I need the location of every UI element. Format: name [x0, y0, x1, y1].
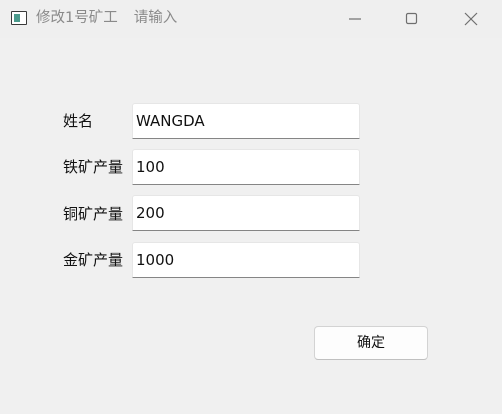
close-icon	[464, 12, 478, 26]
copper-output-input[interactable]	[132, 195, 360, 231]
copper-output-label: 铜矿产量	[63, 205, 124, 223]
gold-output-label: 金矿产量	[63, 251, 124, 269]
name-label: 姓名	[63, 112, 94, 130]
iron-output-input[interactable]	[132, 149, 360, 185]
minimize-icon	[349, 18, 361, 20]
iron-output-label: 铁矿产量	[63, 158, 124, 176]
window-app-icon	[11, 11, 27, 25]
window-title-prompt: 请输入	[133, 10, 178, 26]
maximize-button[interactable]	[383, 0, 441, 38]
ok-button[interactable]: 确定	[314, 326, 428, 360]
close-button[interactable]	[442, 0, 500, 38]
gold-output-input[interactable]	[132, 242, 360, 278]
window-title-main: 修改1号矿工	[36, 10, 118, 26]
maximize-icon	[405, 12, 418, 25]
title-bar[interactable]: 修改1号矿工 请输入	[0, 0, 502, 38]
name-input[interactable]	[132, 103, 360, 139]
dialog-window: 修改1号矿工请输入 姓名 铁矿产量 铜矿产量 金矿产量 确定	[0, 0, 502, 414]
window-title: 修改1号矿工 请输入	[36, 9, 177, 27]
minimize-button[interactable]	[326, 0, 384, 38]
